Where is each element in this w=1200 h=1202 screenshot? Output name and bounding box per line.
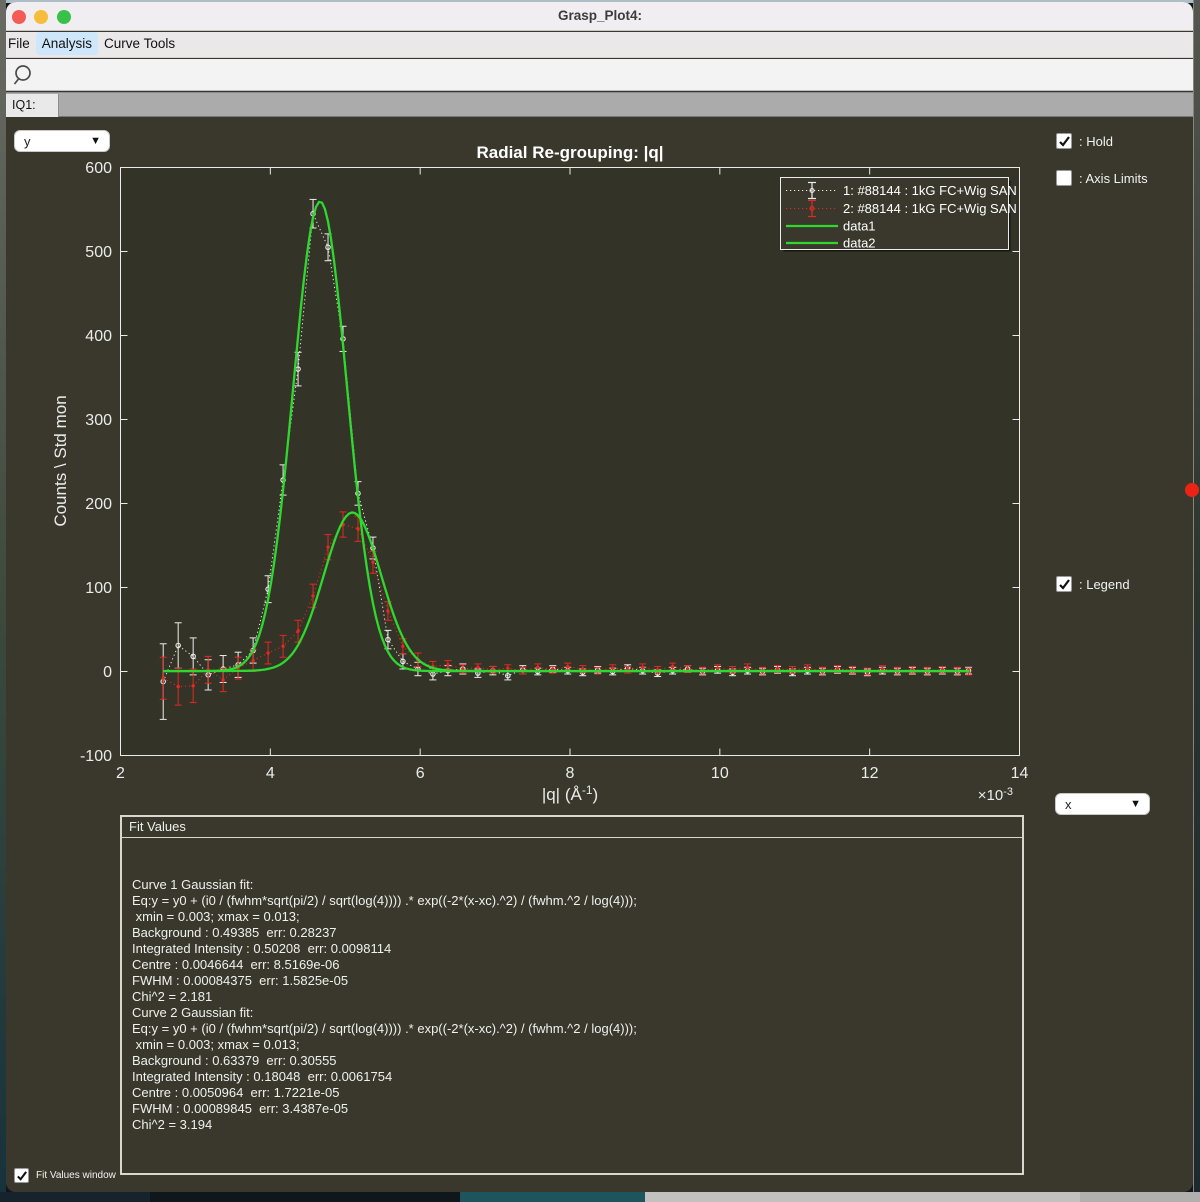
data-point	[446, 663, 450, 667]
x-tick-label: 8	[566, 765, 575, 782]
x-tick-label: 2	[116, 765, 125, 782]
x-axis-label: |q| (Å-1)	[542, 783, 598, 804]
hold-checkbox-row: : Hold	[1056, 133, 1113, 149]
plot-title: Radial Re-grouping: |q|	[476, 143, 663, 162]
x-tick-label: 10	[711, 765, 729, 782]
x-axis-multiplier: ×10-3	[978, 786, 1013, 804]
legend-checkbox-row: : Legend	[1056, 576, 1130, 592]
legend-entry-label: data1	[843, 219, 876, 234]
legend-entry-label: 1: #88144 : 1kG FC+Wig SAN	[843, 183, 1017, 198]
chevron-down-icon: ▼	[1130, 798, 1141, 810]
hold-checkbox[interactable]	[1056, 133, 1072, 149]
data-point	[356, 527, 360, 531]
check-icon	[1059, 579, 1070, 590]
data-point	[536, 665, 540, 669]
y-tick-label: 300	[85, 412, 112, 429]
fit-values-panel-title: Fit Values	[122, 817, 1022, 838]
data-point	[611, 666, 615, 670]
data-point	[161, 676, 165, 680]
data-point	[745, 665, 750, 669]
notification-badge	[1185, 483, 1199, 497]
y-tick-label: 200	[85, 496, 112, 513]
data-point	[715, 666, 720, 670]
data-point	[311, 594, 315, 598]
data-point	[371, 560, 375, 564]
x-tick-label: 4	[266, 765, 275, 782]
data-point	[191, 684, 195, 688]
x-axis-dropdown-value: x	[1065, 797, 1072, 812]
fit-values-text: Curve 1 Gaussian fit: Eq:y = y0 + (i0 / …	[132, 877, 637, 1132]
x-tick-label: 6	[416, 765, 425, 782]
desktop-edge-left	[0, 0, 6, 1202]
data-point	[670, 664, 675, 669]
data-point	[221, 678, 225, 682]
data-point	[266, 651, 270, 655]
data-point	[805, 666, 810, 670]
legend-checkbox[interactable]	[1056, 576, 1072, 592]
data-point	[386, 609, 390, 613]
x-tick-label: 14	[1011, 765, 1029, 782]
data-point	[251, 658, 255, 663]
data-point	[401, 644, 405, 648]
x-axis-dropdown[interactable]: x ▼	[1055, 793, 1150, 815]
y-tick-label: 500	[85, 244, 112, 261]
fit-values-panel: Fit Values Curve 1 Gaussian fit: Eq:y = …	[120, 815, 1024, 1175]
data-point	[476, 665, 480, 669]
y-tick-label: 600	[85, 160, 112, 177]
x-tick-label: 12	[861, 765, 879, 782]
axis-limits-checkbox[interactable]	[1056, 170, 1072, 186]
legend-entry-label: 2: #88144 : 1kG FC+Wig SAN	[843, 201, 1017, 216]
data-point	[566, 664, 570, 669]
fit-values-window-checkbox-row: Fit Values window	[14, 1168, 116, 1183]
desktop-edge-bottom	[0, 1192, 1200, 1202]
axis-limits-checkbox-label: : Axis Limits	[1079, 170, 1148, 186]
y-tick-label: 400	[85, 328, 112, 345]
plot-legend: 1: #88144 : 1kG FC+Wig SAN 2: #88144 : 1k…	[780, 177, 1017, 252]
y-axis-label: Counts \ Std mon	[51, 395, 70, 526]
legend-checkbox-label: : Legend	[1079, 576, 1130, 592]
fit-values-window-checkbox-label: Fit Values window	[36, 1170, 116, 1181]
check-icon	[1059, 136, 1070, 147]
data-point	[176, 684, 180, 689]
check-icon	[17, 1171, 27, 1181]
data-point	[640, 665, 645, 669]
data-point	[326, 545, 330, 549]
y-tick-label: -100	[80, 748, 112, 765]
app-window: Grasp_Plot4: File Analysis Curve Tools IQ1…	[6, 2, 1193, 1192]
y-tick-label: 0	[103, 664, 112, 681]
data-point	[506, 666, 510, 670]
legend-entry-label: data2	[843, 236, 876, 251]
data-point	[296, 629, 300, 633]
hold-checkbox-label: : Hold	[1079, 133, 1113, 149]
axis-limits-checkbox-row: : Axis Limits	[1056, 170, 1148, 186]
fit-values-window-checkbox[interactable]	[14, 1168, 29, 1183]
y-tick-label: 100	[85, 580, 112, 597]
data-point	[281, 644, 285, 648]
desktop-edge-right	[1193, 0, 1200, 1202]
